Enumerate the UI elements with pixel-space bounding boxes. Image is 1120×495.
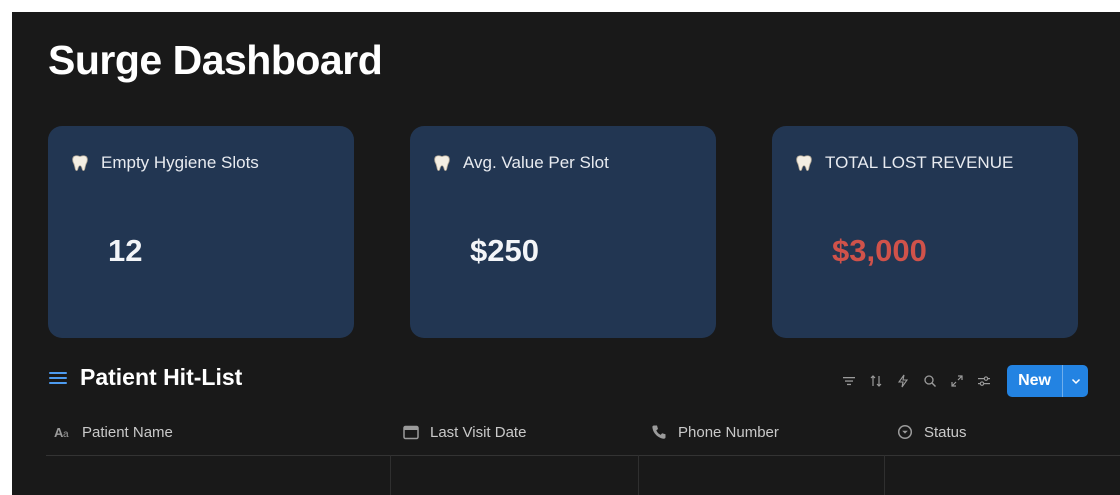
chevron-down-icon[interactable] [1062, 365, 1088, 397]
database-toolbar: New [831, 365, 1088, 397]
card-header: Empty Hygiene Slots [70, 153, 259, 173]
tooth-icon [794, 153, 814, 173]
svg-text:a: a [63, 429, 69, 440]
column-label: Last Visit Date [430, 423, 527, 441]
column-divider [390, 455, 391, 495]
stat-card-lost-revenue: TOTAL LOST REVENUE $3,000 [772, 126, 1078, 338]
section-title[interactable]: Patient Hit-List [80, 364, 242, 391]
filter-icon[interactable] [840, 372, 858, 390]
card-label: TOTAL LOST REVENUE [825, 153, 1014, 172]
page-title: Surge Dashboard [48, 37, 383, 83]
new-button-label[interactable]: New [1007, 365, 1062, 397]
column-header-status[interactable]: Status [896, 423, 967, 441]
new-button: New [1007, 365, 1088, 397]
status-icon [896, 423, 914, 441]
card-label: Empty Hygiene Slots [101, 153, 259, 172]
column-label: Status [924, 423, 967, 441]
search-icon[interactable] [921, 372, 939, 390]
card-value: 12 [108, 233, 143, 268]
column-divider [884, 455, 885, 495]
settings-icon[interactable] [975, 372, 993, 390]
card-value: $250 [470, 233, 539, 268]
column-header-last-visit[interactable]: Last Visit Date [402, 423, 526, 441]
tooth-icon [432, 153, 452, 173]
column-label: Patient Name [82, 423, 173, 441]
sort-icon[interactable] [867, 372, 885, 390]
automation-icon[interactable] [894, 372, 912, 390]
column-header-phone[interactable]: Phone Number [650, 423, 779, 441]
table-divider [46, 455, 1120, 456]
section-header: Patient Hit-List [48, 364, 242, 391]
stat-card-empty-slots: Empty Hygiene Slots 12 [48, 126, 354, 338]
text-type-icon: A a [54, 423, 72, 441]
phone-icon [650, 423, 668, 441]
column-label: Phone Number [678, 423, 779, 441]
card-value: $3,000 [832, 233, 927, 268]
card-header: Avg. Value Per Slot [432, 153, 609, 173]
card-label: Avg. Value Per Slot [463, 153, 609, 172]
column-header-patient-name[interactable]: A a Patient Name [54, 423, 173, 441]
calendar-icon [402, 423, 420, 441]
expand-icon[interactable] [948, 372, 966, 390]
tooth-icon [70, 153, 90, 173]
dashboard-page: Surge Dashboard Empty Hygiene Slots 12 A… [12, 12, 1120, 495]
list-icon[interactable] [48, 368, 68, 388]
stat-card-avg-value: Avg. Value Per Slot $250 [410, 126, 716, 338]
card-header: TOTAL LOST REVENUE [794, 153, 1013, 173]
column-divider [638, 455, 639, 495]
